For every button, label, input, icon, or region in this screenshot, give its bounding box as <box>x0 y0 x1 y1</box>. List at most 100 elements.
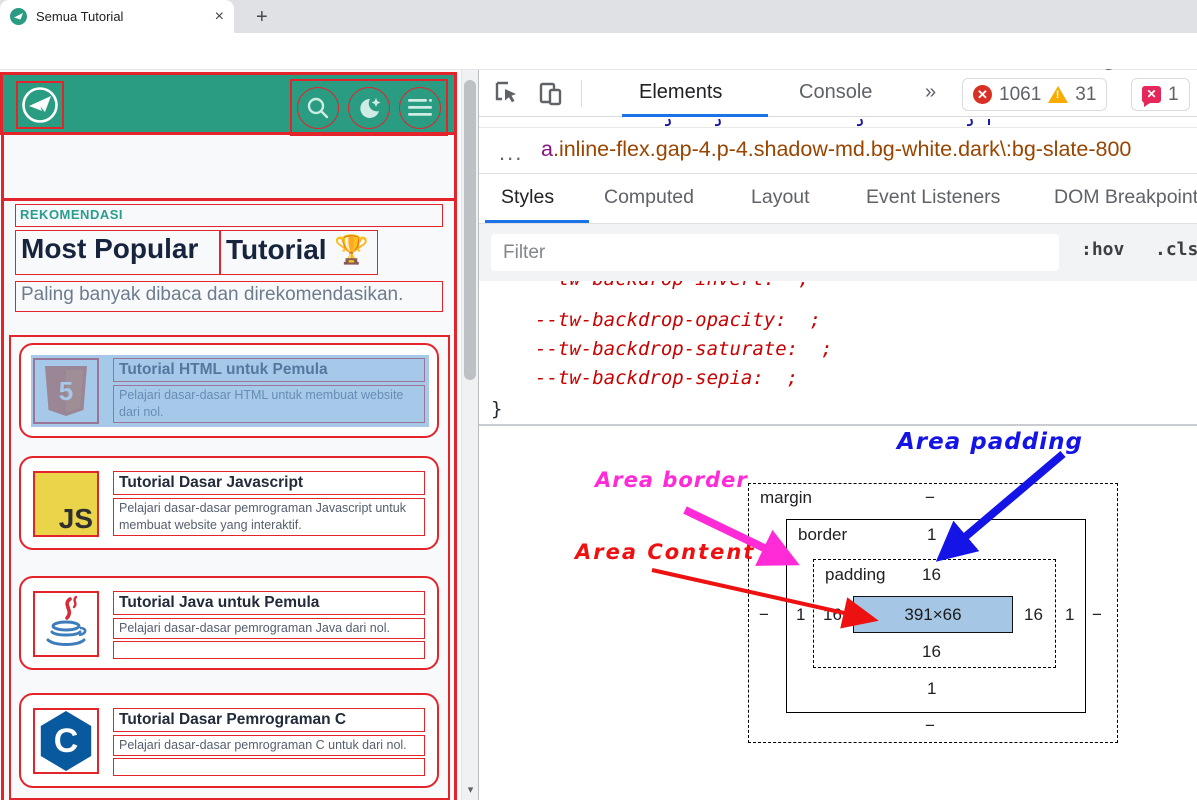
c-logo: C <box>33 708 99 774</box>
search-icon <box>305 95 331 121</box>
warning-count: 31 <box>1075 84 1096 106</box>
margin-left-value[interactable]: − <box>759 605 769 625</box>
tutorial-card-javascript[interactable]: JS Tutorial Dasar Javascript Pelajari da… <box>19 456 439 550</box>
tab-computed[interactable]: Computed <box>604 186 694 209</box>
filter-input[interactable] <box>491 234 1059 271</box>
url-bar: localhost:1313/tutorial/ 0 <box>0 33 1197 70</box>
js-badge-icon: JS <box>35 473 97 535</box>
devtools-highlight-overlay <box>31 355 429 427</box>
java-logo <box>33 591 99 657</box>
css-property[interactable]: --tw-backdrop-saturate: ; <box>535 338 832 360</box>
tab-event-listeners[interactable]: Event Listeners <box>866 186 1000 209</box>
css-closing-brace: } <box>491 398 502 420</box>
css-rules-pane[interactable]: --tw-backdrop-invert: ; --tw-backdrop-op… <box>479 281 1197 424</box>
toolbar-divider <box>581 80 582 107</box>
css-property[interactable]: --tw-backdrop-sepia: ; <box>535 367 798 389</box>
breadcrumb-selector[interactable]: a.inline-flex.gap-4.p-4.shadow-md.bg-whi… <box>541 137 1131 162</box>
search-button[interactable] <box>297 87 339 129</box>
js-badge-text: JS <box>59 503 93 535</box>
debug-main-outline <box>2 198 455 201</box>
tab-dom-breakpoints[interactable]: DOM Breakpoints <box>1054 186 1197 209</box>
hamburger-menu-icon <box>406 96 434 120</box>
page-title-accent-text: Tutorial <box>226 234 334 265</box>
border-label: border <box>798 525 847 545</box>
device-toolbar-icon[interactable] <box>537 79 565 107</box>
padding-left-value[interactable]: 16 <box>823 605 842 625</box>
breadcrumb-bar: ... a.inline-flex.gap-4.p-4.shadow-md.bg… <box>479 128 1197 174</box>
tutorial-card-java[interactable]: Tutorial Java untuk Pemula Pelajari dasa… <box>19 576 439 670</box>
more-tabs-chevron[interactable]: » <box>925 81 936 104</box>
inspect-element-icon[interactable] <box>493 79 521 107</box>
padding-label: padding <box>825 565 886 585</box>
moon-star-icon <box>355 94 383 122</box>
toggle-hover-state[interactable]: :hov <box>1081 239 1124 260</box>
box-model-content[interactable]: 391×66 <box>853 596 1013 633</box>
card-empty-row <box>113 641 425 659</box>
favicon-icon <box>10 8 27 25</box>
selector-classes: .inline-flex.gap-4.p-4.shadow-md.bg-whit… <box>553 137 1131 161</box>
card-description: Pelajari dasar-dasar pemrograman Java da… <box>113 618 425 639</box>
new-tab-button[interactable]: + <box>256 6 268 29</box>
console-status-badge[interactable]: ✕ 1061 31 <box>962 78 1107 111</box>
header-icons-group <box>290 79 448 136</box>
menu-button[interactable] <box>399 87 441 129</box>
dom-tree-clipped-row <box>479 117 1197 128</box>
margin-bottom-value[interactable]: − <box>925 716 935 736</box>
tab-elements[interactable]: Elements <box>639 81 722 104</box>
breadcrumb-ellipsis[interactable]: ... <box>499 140 523 166</box>
css-property-clipped: --tw-backdrop-invert: ; <box>535 281 810 290</box>
browser-tab[interactable]: Semua Tutorial × <box>0 0 234 33</box>
padding-bottom-value[interactable]: 16 <box>922 642 941 662</box>
margin-top-value[interactable]: − <box>925 488 935 508</box>
toggle-class-state[interactable]: .cls <box>1155 239 1197 260</box>
web-page: REKOMENDASI Most Popular Tutorial 🏆 Pali… <box>0 70 461 800</box>
screen: Semua Tutorial × + localhost:1313/tutori… <box>0 0 1197 800</box>
styles-filter-bar: :hov .cls <box>479 224 1197 281</box>
issues-badge[interactable]: ✕ 1 <box>1131 78 1190 111</box>
border-bottom-value[interactable]: 1 <box>927 679 936 699</box>
tab-layout[interactable]: Layout <box>751 186 810 209</box>
tutorial-card-c[interactable]: C Tutorial Dasar Pemrograman C Pelajari … <box>19 693 439 788</box>
border-right-value[interactable]: 1 <box>1065 605 1074 625</box>
box-model-diagram: 391×66 margin − border 1 padding 16 − 1 … <box>479 426 1197 800</box>
tab-close-icon[interactable]: × <box>215 9 224 25</box>
selector-tag: a <box>541 137 553 161</box>
border-top-value[interactable]: 1 <box>927 525 936 545</box>
card-description: Pelajari dasar-dasar pemrograman Javascr… <box>113 498 425 536</box>
card-description: Pelajari dasar-dasar pemrograman C untuk… <box>113 735 425 756</box>
clipped-text-descenders <box>479 119 1197 128</box>
scrollbar-thumb[interactable] <box>464 80 476 380</box>
card-title: Tutorial Dasar Javascript <box>113 471 425 495</box>
tab-title: Semua Tutorial <box>36 9 206 24</box>
border-left-value[interactable]: 1 <box>796 605 805 625</box>
page-scrollbar[interactable]: ▾ <box>461 70 478 800</box>
devtools-panel: Elements Console » ✕ 1061 31 ✕ 1 <box>478 70 1197 800</box>
tutorial-card-html[interactable]: 5 Tutorial HTML untuk Pemula Pelajari da… <box>19 343 439 438</box>
tab-console[interactable]: Console <box>799 81 872 104</box>
annotation-area-border: Area border <box>595 468 748 492</box>
annotation-area-content: Area Content <box>575 540 755 564</box>
scrollbar-down-icon[interactable]: ▾ <box>462 783 479 796</box>
c-hexagon-icon: C <box>38 711 94 771</box>
js-logo: JS <box>33 471 99 537</box>
dark-mode-toggle[interactable] <box>348 87 390 129</box>
card-title: Tutorial Dasar Pemrograman C <box>113 708 425 732</box>
tab-styles[interactable]: Styles <box>501 186 554 209</box>
margin-label: margin <box>760 488 812 508</box>
c-badge-text: C <box>54 722 79 761</box>
page-title-accent: Tutorial 🏆 <box>220 230 378 275</box>
warning-icon <box>1048 86 1068 103</box>
styles-tab-bar: Styles Computed Layout Event Listeners D… <box>479 174 1197 224</box>
card-title: Tutorial Java untuk Pemula <box>113 591 425 615</box>
margin-right-value[interactable]: − <box>1092 605 1102 625</box>
issue-count: 1 <box>1168 84 1179 106</box>
page-subtitle: Paling banyak dibaca dan direkomendasika… <box>15 281 443 312</box>
css-property[interactable]: --tw-backdrop-opacity: ; <box>535 309 821 331</box>
page-title: Most Popular <box>15 230 220 275</box>
site-logo[interactable] <box>16 81 64 129</box>
error-icon: ✕ <box>973 85 992 104</box>
section-eyebrow: REKOMENDASI <box>15 204 443 227</box>
active-styles-underline <box>485 220 589 223</box>
padding-right-value[interactable]: 16 <box>1024 605 1043 625</box>
padding-top-value[interactable]: 16 <box>922 565 941 585</box>
